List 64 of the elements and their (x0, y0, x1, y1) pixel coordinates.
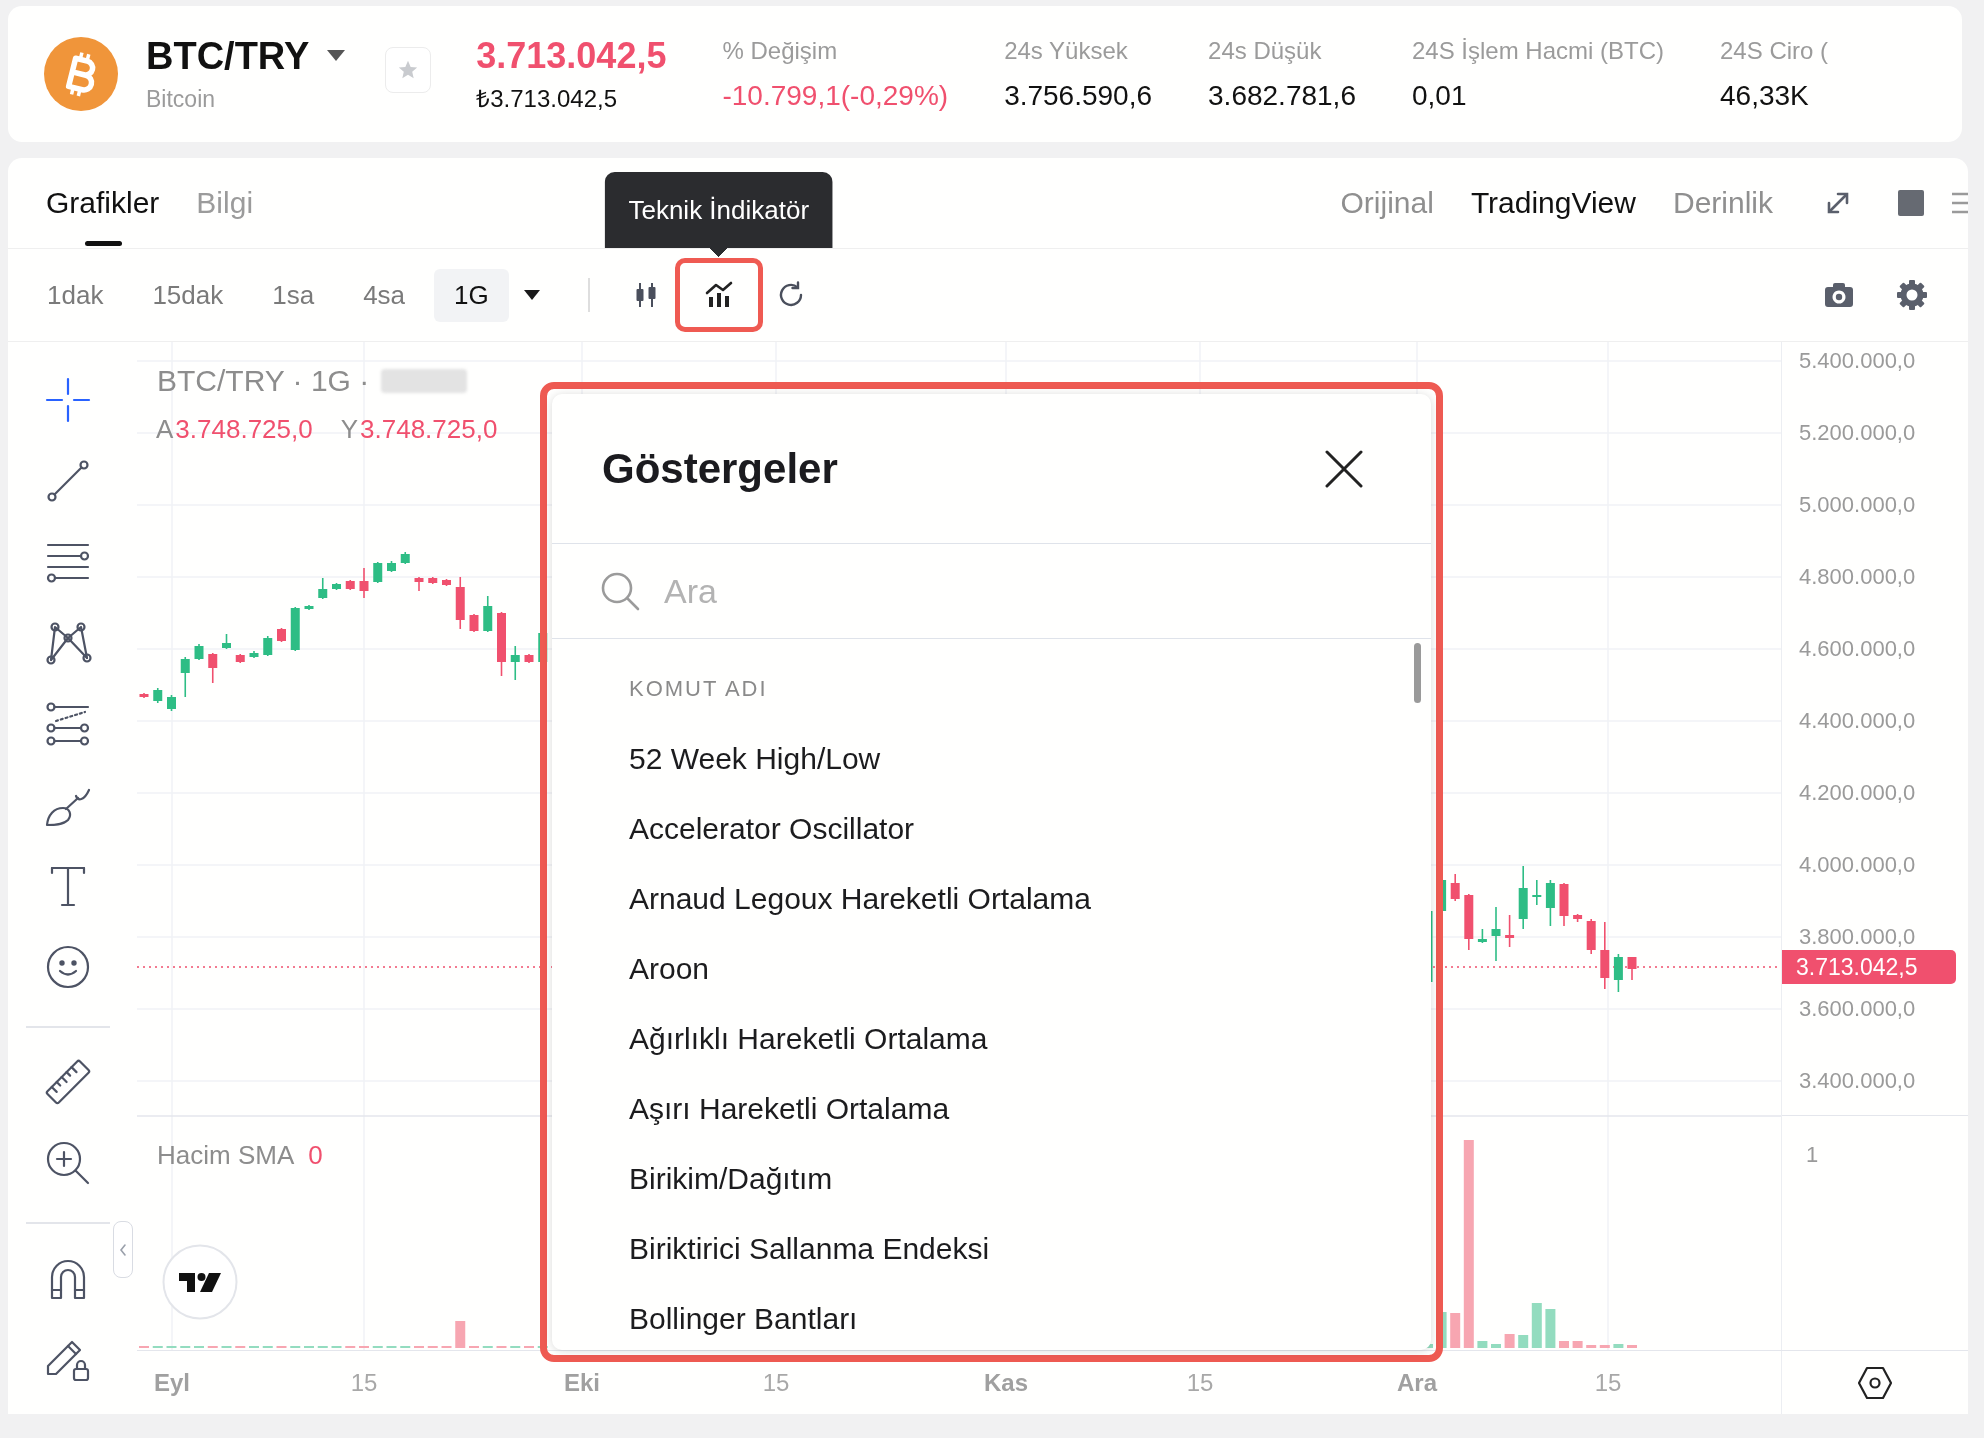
time-axis-label: Eki (564, 1368, 600, 1397)
chart-bars-icon (703, 280, 734, 310)
interval-button[interactable]: 15dak (132, 268, 244, 322)
dialog-title: Göstergeler (602, 443, 838, 494)
crosshair-icon[interactable] (43, 375, 93, 425)
interval-button[interactable]: 1dak (27, 268, 124, 322)
price-axis-label: 5.000.000,0 (1799, 492, 1916, 518)
current-price-tag: 3.713.042,5 (1782, 950, 1956, 984)
coin-name: Bitcoin (146, 85, 216, 113)
ruler-icon[interactable] (43, 1057, 93, 1107)
price-axis-label: 5.200.000,0 (1799, 420, 1916, 446)
volume-axis-label: 1 (1806, 1142, 1819, 1168)
collapse-handle[interactable] (113, 1221, 133, 1278)
stat-value: 3.682.781,6 (1208, 78, 1356, 113)
price-axis-label: 3.600.000,0 (1799, 996, 1916, 1022)
indicator-list-item[interactable]: Aşırı Hareketli Ortalama (629, 1085, 950, 1133)
settings-icon[interactable] (1896, 279, 1928, 311)
menu-icon[interactable] (1952, 192, 1968, 214)
stat-label: 24s Düşük (1208, 35, 1322, 66)
indicators-button[interactable] (674, 258, 763, 332)
coin-logo-icon (44, 37, 118, 111)
stat-value: 46,33K (1720, 78, 1809, 113)
stat-label: 24S Ciro ( (1720, 35, 1829, 66)
time-axis-label: 15 (350, 1368, 378, 1397)
tab[interactable]: Grafikler (46, 158, 160, 248)
time-axis-label: 15 (1594, 1368, 1622, 1397)
last-price-local: ₺3.713.042,5 (476, 85, 618, 113)
price-axis-label: 4.000.000,0 (1799, 852, 1916, 878)
price-axis-label: 4.800.000,0 (1799, 564, 1916, 590)
last-price: 3.713.042,5 (476, 35, 667, 77)
price-axis-label: 3.400.000,0 (1799, 1068, 1916, 1094)
ohlc-value: 3.748.725,0 (360, 414, 498, 444)
ohlc-value: 3.748.725,0 (175, 414, 313, 444)
interval-button[interactable]: 4sa (343, 268, 426, 322)
tooltip: Teknik İndikatör (604, 172, 834, 257)
time-axis-label: Kas (984, 1368, 1028, 1397)
time-axis-label: Eyl (154, 1368, 190, 1397)
price-axis-label: 4.600.000,0 (1799, 636, 1916, 662)
stat-value: 0,01 (1411, 78, 1467, 113)
stat-value: 3.756.590,6 (1004, 78, 1153, 113)
interval-button[interactable]: 1sa (252, 268, 335, 322)
indicator-list-item[interactable]: Ağırlıklı Hareketli Ortalama (629, 1015, 988, 1063)
time-axis-label: 15 (762, 1368, 790, 1397)
chart-title: BTC/TRY · 1G · (157, 363, 370, 399)
chevron-left-icon (118, 1241, 128, 1258)
stat-value: -10.799,1(-0,29%) (722, 78, 949, 113)
ohlc-label: A (156, 414, 174, 444)
caret-down-icon (327, 50, 346, 62)
stat-label: 24S İşlem Hacmi (BTC) (1411, 35, 1664, 66)
price-axis-label: 4.400.000,0 (1799, 708, 1916, 734)
price-axis-label: 4.200.000,0 (1799, 780, 1916, 806)
price-axis-label: 3.800.000,0 (1799, 924, 1916, 950)
interval-button[interactable]: 1G (434, 268, 509, 322)
stat-label: % Değişim (722, 35, 838, 66)
time-axis-label: 15 (1186, 1368, 1214, 1397)
caret-down-icon[interactable] (523, 289, 540, 301)
ohlc-label: Y (340, 414, 359, 444)
close-icon[interactable] (1325, 449, 1363, 488)
view-tab[interactable]: TradingView (1470, 186, 1636, 220)
hexagon-settings-icon[interactable] (1858, 1365, 1892, 1400)
pair-selector[interactable]: BTC/TRY (146, 35, 346, 77)
time-axis-label: Ara (1397, 1368, 1437, 1397)
stat-label: 24s Yüksek (1004, 35, 1128, 66)
price-axis-label: 5.400.000,0 (1799, 348, 1916, 374)
